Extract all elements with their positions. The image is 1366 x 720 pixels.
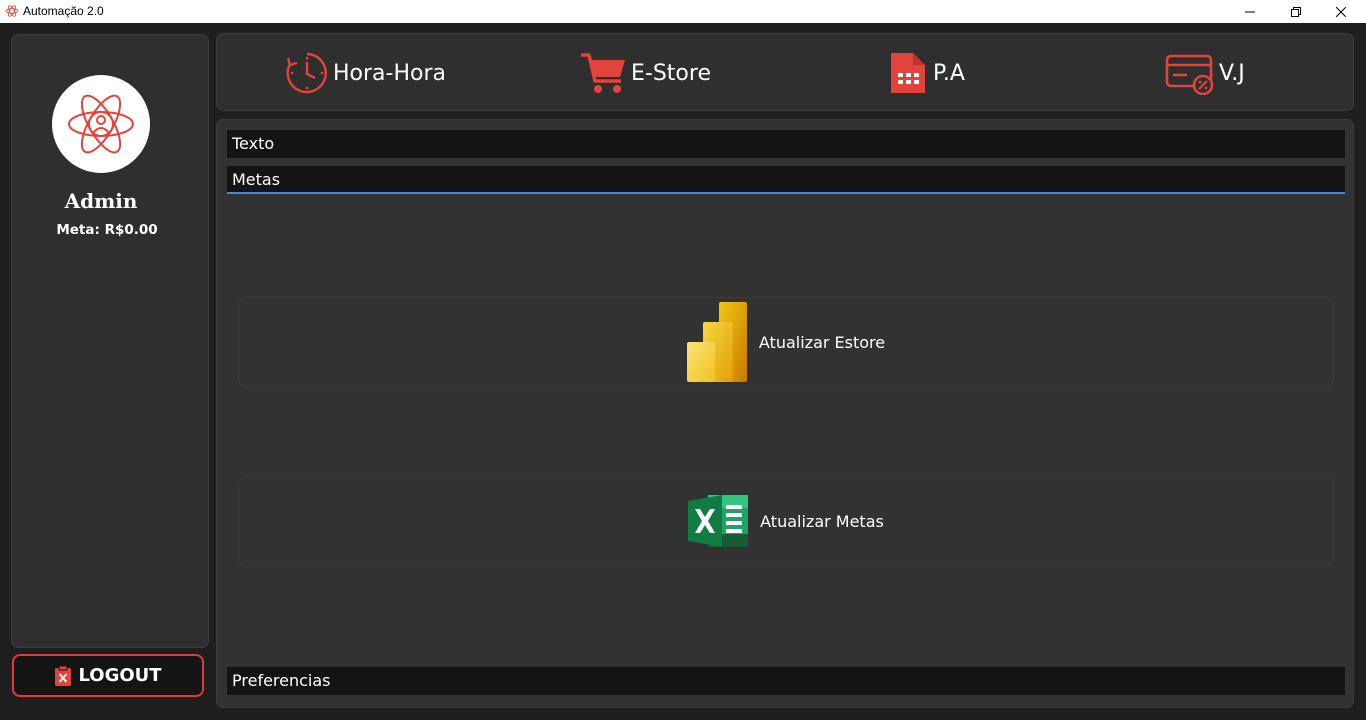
nav-label-e-store: E-Store	[631, 60, 711, 86]
nav-label-hora-hora: Hora-Hora	[333, 60, 446, 86]
section-texto[interactable]: Texto	[227, 130, 1345, 158]
excel-icon	[688, 495, 749, 547]
update-estore-label: Atualizar Estore	[758, 332, 886, 352]
window-title-bar: Automação 2.0	[0, 0, 1366, 23]
atom-user-icon	[68, 94, 134, 154]
nav-label-v-j: V.J	[1219, 60, 1245, 86]
nav-item-p-a[interactable]: P.A	[889, 34, 965, 112]
update-metas-button[interactable]: Atualizar Metas	[238, 476, 1334, 566]
credit-card-percent-icon	[1165, 54, 1214, 95]
section-preferencias[interactable]: Preferencias	[227, 667, 1345, 695]
atom-icon	[5, 5, 19, 17]
shopping-cart-icon	[581, 53, 625, 93]
section-metas[interactable]: Metas	[227, 166, 1345, 194]
close-icon	[1336, 6, 1346, 17]
clipboard-x-icon	[55, 665, 72, 686]
power-bi-icon	[686, 302, 747, 382]
restore-button[interactable]	[1273, 0, 1319, 23]
nav-item-hora-hora[interactable]: Hora-Hora	[285, 34, 446, 112]
window-title: Automação 2.0	[23, 4, 104, 18]
user-name: Admin	[64, 189, 138, 213]
nav-label-p-a: P.A	[933, 60, 965, 86]
minimize-button[interactable]	[1227, 0, 1273, 23]
user-meta: Meta: R$0.00	[12, 222, 202, 238]
spreadsheet-file-icon	[891, 53, 925, 93]
clock-icon	[286, 52, 327, 94]
close-button[interactable]	[1318, 0, 1364, 23]
nav-item-v-j[interactable]: V.J	[1165, 34, 1245, 112]
update-estore-button[interactable]: Atualizar Estore	[238, 297, 1334, 387]
logout-label: LOGOUT	[78, 665, 162, 686]
minimize-icon	[1245, 11, 1255, 12]
top-nav: Hora-Hora E-Store P.A V.J	[216, 33, 1354, 111]
main-panel: Texto Metas Atualizar Estore Atualizar M…	[216, 119, 1354, 708]
update-metas-label: Atualizar Metas	[760, 511, 884, 531]
avatar	[52, 75, 150, 173]
sidebar: Admin Meta: R$0.00	[11, 34, 209, 648]
restore-icon	[1291, 6, 1301, 17]
meta-label: Meta:	[56, 222, 100, 238]
nav-item-e-store[interactable]: E-Store	[579, 34, 711, 112]
logout-button[interactable]: LOGOUT	[12, 654, 204, 697]
meta-value: R$0.00	[104, 222, 158, 238]
